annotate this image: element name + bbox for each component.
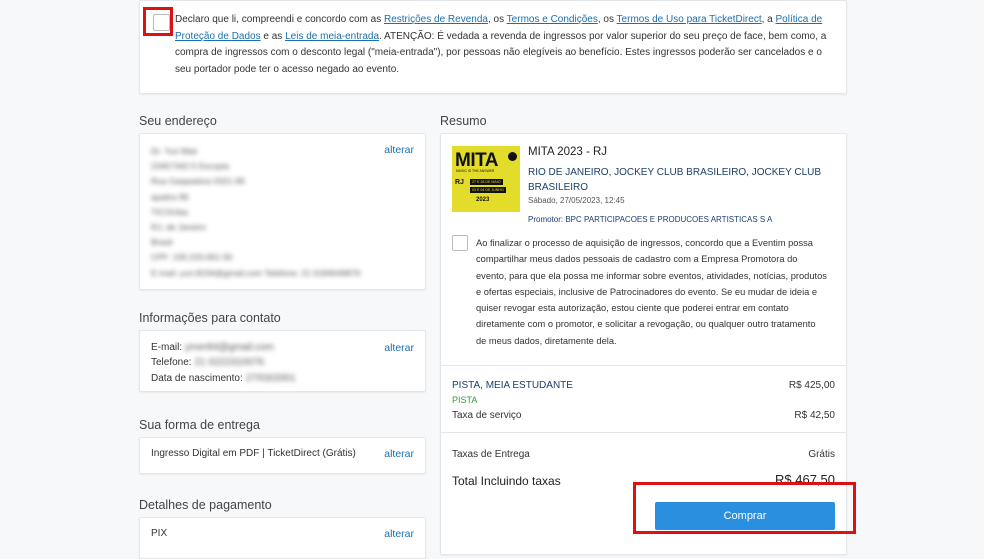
declaration-text-part: e as [260, 30, 286, 42]
phone-label: Telefone: [151, 357, 192, 369]
event-name: MITA 2023 - RJ [528, 146, 608, 158]
address-line: Brasil [151, 237, 173, 248]
event-venue: RIO DE JANEIRO, JOCKEY CLUB BRASILEIRO, … [528, 167, 822, 193]
event-date: Sábado, 27/05/2023, 12:45 [528, 196, 625, 205]
address-line: apalira 99 [151, 191, 189, 202]
contact-edit-link[interactable]: alterar [384, 342, 414, 354]
birth-label: Data de nascimento: [151, 372, 243, 384]
summary-divider-2 [441, 432, 846, 433]
poster-city: RJ [455, 179, 464, 186]
total-label: Total Incluindo taxas [452, 474, 561, 488]
poster-year: 2023 [476, 197, 490, 203]
address-line: TICOUlas [151, 206, 189, 217]
summary-title: Resumo [440, 114, 487, 128]
payment-method: PIX [151, 528, 168, 539]
payment-card: alterar PIX [139, 517, 426, 559]
summary-divider-1 [441, 365, 846, 366]
declaration-card: Declaro que li, compreendi e concordo co… [139, 0, 847, 94]
email-value: ymer84@gmail.com [184, 342, 274, 353]
address-line: 23457342-5 Escopia [151, 161, 229, 172]
consent-checkbox[interactable] [452, 235, 468, 251]
address-line: E-mail: yuri.8234@gmail.com Telefone: 21… [151, 267, 361, 278]
poster-tagline: MUSIC IS THE ANSWER [456, 169, 495, 173]
address-line: Dr. Yuri Mair [151, 146, 198, 156]
event-promoter: Promotor: BPC PARTICIPACOES E PRODUCOES … [528, 215, 773, 224]
delivery-fee-value: Grátis [808, 449, 835, 460]
delivery-card: alterar Ingresso Digital em PDF | Ticket… [139, 437, 426, 474]
address-edit-link[interactable]: alterar [384, 144, 414, 156]
service-fee-label: Taxa de serviço [452, 410, 522, 421]
address-title: Seu endereço [139, 114, 217, 128]
birth-value: 27/03/2001 [245, 372, 296, 384]
address-line: RJ, de Janeiro [151, 222, 206, 233]
declaration-text-part: , a [761, 14, 776, 25]
event-poster: MITA MUSIC IS THE ANSWER RJ 27 E 28 DE M… [452, 146, 520, 212]
declaration-link[interactable]: Restrições de Revenda [384, 14, 488, 25]
declaration-checkbox-highlight [143, 7, 173, 36]
delivery-method: Ingresso Digital em PDF | TicketDirect (… [151, 448, 356, 459]
contact-card: alterar E-mail: ymer84@gmail.com Telefon… [139, 330, 426, 392]
ticket-area: PISTA [452, 395, 478, 405]
poster-logo-icon [508, 152, 517, 161]
service-fee-value: R$ 42,50 [794, 410, 835, 421]
poster-dates-1: 27 E 28 DE MAIO [470, 179, 503, 185]
payment-edit-link[interactable]: alterar [384, 528, 414, 540]
declaration-text-part: , os [597, 14, 617, 25]
delivery-fee-label: Taxas de Entrega [452, 449, 530, 460]
phone-value: 21 0222310076 [194, 357, 264, 369]
delivery-edit-link[interactable]: alterar [384, 448, 414, 460]
declaration-text-part: Declaro que li, compreendi e concordo co… [175, 14, 384, 25]
declaration-text-part: , os [487, 14, 507, 25]
delivery-title: Sua forma de entrega [139, 418, 260, 432]
declaration-link[interactable]: Leis de meia-entrada [285, 31, 379, 42]
ticket-price: R$ 425,00 [788, 380, 835, 391]
consent-text: Ao finalizar o processo de aquisição de … [476, 238, 827, 346]
address-lines: Dr. Yuri Mair 23457342-5 Escopia Rua Gaspa… [151, 144, 381, 281]
poster-dates-2: 03 E 04 DE JUNHO [470, 187, 506, 193]
declaration-link[interactable]: Termos e Condições [507, 14, 598, 25]
declaration-link[interactable]: Termos de Uso para TicketDirect [617, 14, 762, 25]
address-line: Rua Gaspadora 0321-99 [151, 176, 245, 187]
declaration-text: Declaro que li, compreendi e concordo co… [175, 12, 840, 78]
address-line: CPF: 100.220.061-56 [151, 252, 233, 263]
contact-title: Informações para contato [139, 311, 281, 325]
address-card: alterar Dr. Yuri Mair 23457342-5 Escopia R… [139, 133, 426, 290]
email-label: E-mail: [151, 342, 183, 353]
payment-title: Detalhes de pagamento [139, 498, 272, 512]
buy-button-highlight [633, 482, 856, 534]
ticket-type: PISTA, MEIA ESTUDANTE [452, 380, 573, 391]
